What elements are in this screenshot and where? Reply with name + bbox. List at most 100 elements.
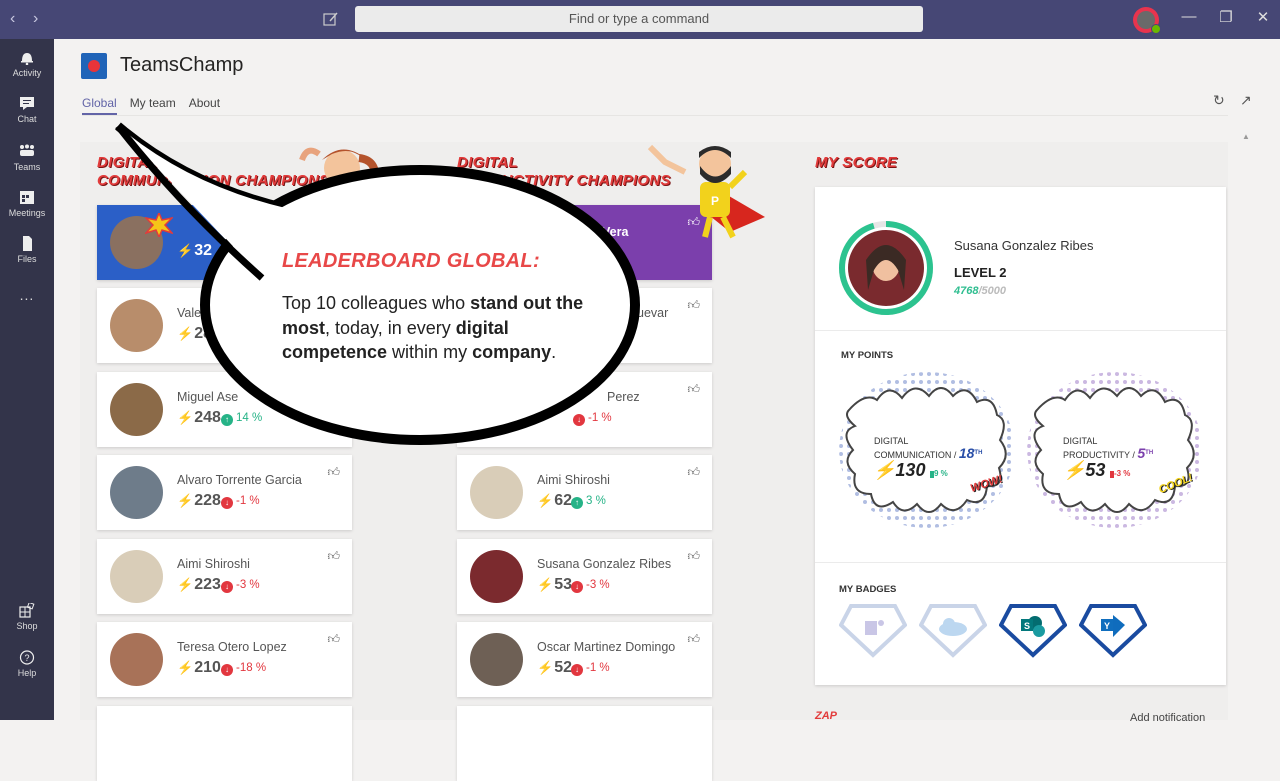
divider <box>815 330 1226 331</box>
my-score-title: MY SCORE <box>815 154 898 171</box>
divider <box>815 562 1226 563</box>
arrow-down-icon: ↓ <box>221 664 233 676</box>
thumbs-up-icon[interactable]: 👍︎ <box>687 298 700 313</box>
app-rail: Activity Chat Teams Meetings Files ... S… <box>0 39 54 720</box>
arrow-up-icon: ↑ <box>221 414 233 426</box>
sharepoint-badge-icon[interactable]: S <box>999 603 1067 658</box>
arrow-down-icon: ↓ <box>221 581 233 593</box>
thumbs-up-icon[interactable]: 👍︎ <box>687 632 700 647</box>
scroll-up-icon[interactable]: ▲ <box>1242 132 1250 141</box>
superhero-mascot-illustration: P <box>647 144 765 239</box>
leaderboard-card[interactable]: Perez ↓ -1 % 👍︎ <box>457 372 712 447</box>
arrow-up-icon: ↑ <box>571 497 583 509</box>
svg-text:Y: Y <box>1104 621 1110 631</box>
points: ⚡228 <box>177 492 221 509</box>
more-apps-icon[interactable]: ... <box>0 287 54 303</box>
tab-about[interactable]: About <box>189 96 220 115</box>
productivity-points-burst: DIGITAL PRODUCTIVITY / 5TH ⚡53 ↓-3 % COO… <box>1025 370 1205 530</box>
svg-text:?: ? <box>24 653 29 663</box>
search-input[interactable]: Find or type a command <box>355 6 923 32</box>
leaderboard-card[interactable]: Miguel Ase ⚡248 ↑ 14 % <box>97 372 352 447</box>
calendar-icon <box>20 191 34 204</box>
tab-list: Global My team About <box>82 96 220 115</box>
restore-icon[interactable]: ❐ <box>1211 8 1241 26</box>
avatar <box>110 466 163 519</box>
add-notification-link[interactable]: Add notification <box>1130 712 1205 724</box>
compose-icon[interactable] <box>322 10 340 28</box>
title-bar: ‹ › Find or type a command — ❐ ✕ <box>0 0 1280 39</box>
avatar <box>110 550 163 603</box>
rail-item-help[interactable]: ? Help <box>0 650 54 678</box>
communication-leader-card[interactable]: ⚡32 <box>97 205 352 280</box>
bell-icon <box>21 53 33 65</box>
tab-global[interactable]: Global <box>82 96 117 115</box>
leaderboard-card[interactable]: Teresa Otero Lopez ⚡210 ↓ -18 % 👍︎ <box>97 622 352 697</box>
thumbs-up-icon[interactable]: 👍︎ <box>687 382 700 397</box>
trend-down: ↓ -18 % <box>221 662 266 676</box>
rail-item-files[interactable]: Files <box>0 236 54 264</box>
forward-arrow-icon[interactable]: › <box>33 10 38 28</box>
thumbs-up-icon[interactable]: 👍︎ <box>327 465 340 480</box>
leaderboard-card[interactable]: Aimi Shiroshi ⚡223 ↓ -3 % 👍︎ <box>97 539 352 614</box>
thumbs-up-icon[interactable]: 👍︎ <box>687 549 700 564</box>
rail-item-meetings[interactable]: Meetings <box>0 190 54 218</box>
avatar <box>110 299 163 352</box>
app-logo <box>81 53 107 79</box>
avatar <box>470 633 523 686</box>
rail-item-shop[interactable]: Shop <box>0 603 54 631</box>
leaderboard-card[interactable]: Susana Gonzalez Ribes ⚡53 ↓ -3 % 👍︎ <box>457 539 712 614</box>
communication-title: DIGITAL COMMUNICATION CHAMPIONS <box>97 154 330 189</box>
close-icon[interactable]: ✕ <box>1248 8 1278 26</box>
productivity-title: DIGITAL PRODUCTIVITY CHAMPIONS <box>457 154 671 189</box>
tab-my-team[interactable]: My team <box>130 96 176 115</box>
rail-item-teams[interactable]: Teams <box>0 144 54 172</box>
points: ⚡223 <box>177 576 221 593</box>
onedrive-badge-icon[interactable] <box>919 603 987 658</box>
points: ⚡62 <box>537 492 572 509</box>
arrow-down-icon: ↓ <box>221 497 233 509</box>
points: ⚡210 <box>177 659 221 676</box>
leaderboard-card[interactable]: Oscar Martinez Domingo ⚡52 ↓ -1 % 👍︎ <box>457 622 712 697</box>
avatar <box>110 633 163 686</box>
leaderboard-card[interactable]: Alvaro Torrente Garcia ⚡228 ↓ -1 % 👍︎ <box>97 455 352 530</box>
points-value: ⚡130 ↑9 % <box>873 460 948 480</box>
teams-badge-icon[interactable] <box>839 603 907 658</box>
arrow-down-icon: ↓ <box>573 414 585 426</box>
points: ⚡28 <box>177 325 212 342</box>
leaderboard-card[interactable]: Vale ⚡28 <box>97 288 352 363</box>
thumbs-up-icon[interactable]: 👍︎ <box>327 632 340 647</box>
trend-up: ↑9 % <box>930 469 948 478</box>
avatar <box>470 550 523 603</box>
points: ⚡53 <box>537 576 572 593</box>
zap-section-title: ZAP <box>815 710 837 722</box>
arrow-down-icon: ↓ <box>571 664 583 676</box>
leaderboard-card[interactable]: uevar 👍︎ <box>457 288 712 363</box>
refresh-icon[interactable]: ↻ <box>1213 92 1229 108</box>
rail-item-activity[interactable]: Activity <box>0 50 54 78</box>
rail-item-chat[interactable]: Chat <box>0 96 54 124</box>
points: ⚡52 <box>537 659 572 676</box>
leaderboard-card[interactable] <box>457 706 712 781</box>
communication-points-burst: DIGITAL COMMUNICATION / 18TH ⚡130 ↑9 % W… <box>837 370 1017 530</box>
badge-list: S Y <box>839 603 1147 658</box>
points: ⚡32 <box>177 242 212 259</box>
back-arrow-icon[interactable]: ‹ <box>10 10 15 28</box>
pow-sticker-icon <box>145 213 173 237</box>
teams-icon <box>20 144 34 156</box>
bolt-icon: ⚡ <box>873 460 896 480</box>
popout-icon[interactable]: ↗ <box>1240 92 1256 108</box>
help-icon: ? <box>19 650 35 665</box>
yammer-badge-icon[interactable]: Y <box>1079 603 1147 658</box>
minimize-icon[interactable]: — <box>1174 8 1204 25</box>
trend-down: ↓ -1 % <box>221 495 260 509</box>
trend-up: ↑ 14 % <box>221 412 262 426</box>
thumbs-up-icon[interactable]: 👍︎ <box>327 549 340 564</box>
thumbs-up-icon[interactable]: 👍︎ <box>687 465 700 480</box>
arrow-down-icon: ↓ <box>571 581 583 593</box>
trend-down: ↓-3 % <box>1110 469 1131 478</box>
points: ⚡248 <box>177 409 221 426</box>
leaderboard-card[interactable]: Aimi Shiroshi ⚡62 ↑ 3 % 👍︎ <box>457 455 712 530</box>
leaderboard-card[interactable] <box>97 706 352 781</box>
my-score-card: Susana Gonzalez Ribes LEVEL 2 4768/5000 … <box>815 187 1226 685</box>
user-name: Susana Gonzalez Ribes <box>954 238 1094 253</box>
